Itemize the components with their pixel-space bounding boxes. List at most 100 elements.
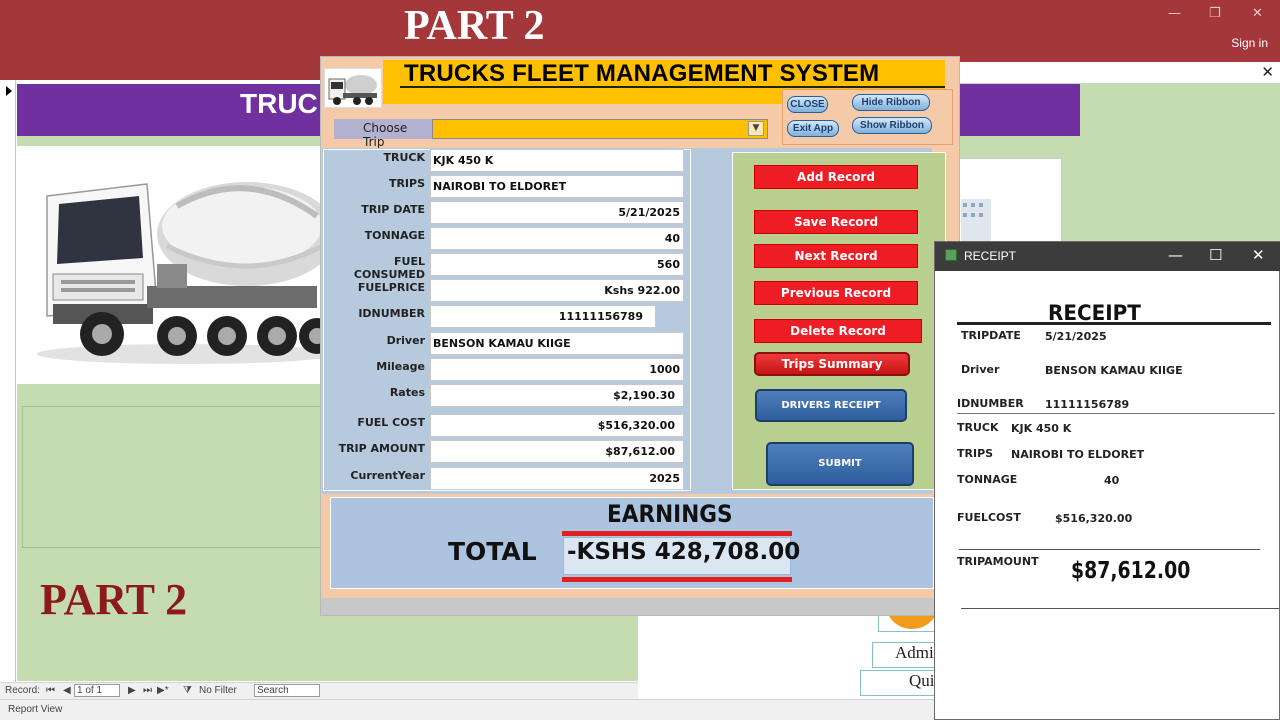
receipt-divider: [957, 413, 1275, 414]
quit-button[interactable]: Qui: [860, 670, 938, 696]
current-year-label: CurrentYear: [350, 469, 425, 482]
next-record-button[interactable]: Next Record: [754, 244, 918, 268]
truck-mixer-image: [328, 75, 377, 105]
record-position-input[interactable]: 1 of 1: [74, 684, 120, 697]
current-year-field[interactable]: 2025: [430, 467, 684, 490]
receipt-maximize-icon[interactable]: ☐: [1209, 246, 1222, 264]
mileage-field[interactable]: 1000: [430, 358, 684, 381]
background-image-box: [958, 158, 1062, 244]
receipt-app-icon: [945, 249, 957, 261]
fuelprice-label: FUELPRICE: [357, 281, 425, 294]
receipt-fuelcost-value: $516,320.00: [1055, 512, 1133, 525]
truck-field[interactable]: KJK 450 K: [430, 149, 684, 172]
tonnage-field[interactable]: 40: [430, 227, 684, 250]
next-record-icon[interactable]: ▶: [128, 685, 136, 696]
background-part-label: PART 2: [40, 575, 188, 624]
restore-icon[interactable]: ❐: [1209, 6, 1221, 21]
trip-date-field[interactable]: 5/21/2025: [430, 201, 684, 224]
driver-label: Driver: [386, 334, 425, 347]
earnings-line-top: [562, 531, 792, 536]
earnings-line-bottom: [562, 577, 792, 582]
receipt-tripdate-value: 5/21/2025: [1045, 330, 1107, 343]
minimize-icon[interactable]: —: [1168, 6, 1181, 21]
receipt-tonnage-value: 40: [1104, 474, 1120, 487]
search-input[interactable]: Search: [254, 684, 320, 697]
receipt-driver-label: Driver: [961, 363, 1000, 376]
fuel-consumed-field[interactable]: 560: [430, 253, 684, 276]
filter-icon[interactable]: ⧩: [183, 685, 192, 696]
form-footer: [321, 598, 959, 615]
title-underline: [400, 86, 945, 88]
close-button[interactable]: CLOSE: [787, 96, 828, 113]
receipt-idnumber-label: IDNUMBER: [957, 397, 1024, 410]
tonnage-label: TONNAGE: [364, 229, 425, 242]
add-record-button[interactable]: Add Record: [754, 165, 918, 189]
last-record-icon[interactable]: ⏭: [143, 685, 152, 696]
receipt-trips-label: TRIPS: [957, 447, 994, 460]
banner-text: PART 2: [404, 3, 545, 49]
drivers-receipt-button[interactable]: DRIVERS RECEIPT: [755, 389, 907, 422]
admin-button[interactable]: Admi: [872, 642, 938, 668]
receipt-trips-value: NAIROBI TO ELDORET: [1011, 448, 1145, 461]
close-icon[interactable]: ✕: [1252, 6, 1263, 21]
previous-record-button[interactable]: Previous Record: [754, 281, 918, 305]
earnings-heading: EARNINGS: [607, 500, 733, 528]
fuelprice-field[interactable]: Kshs 922.00: [430, 279, 684, 302]
sign-in-link[interactable]: Sign in: [1231, 36, 1268, 50]
trips-field[interactable]: NAIROBI TO ELDORET: [430, 175, 684, 198]
receipt-close-icon[interactable]: ✕: [1252, 246, 1265, 264]
hide-ribbon-button[interactable]: Hide Ribbon: [852, 94, 930, 111]
driver-field[interactable]: BENSON KAMAU KIIGE: [430, 332, 684, 355]
receipt-window-title: RECEIPT: [964, 249, 1017, 263]
receipt-truck-label: TRUCK: [957, 421, 999, 434]
truck-mixer-image: [37, 182, 337, 364]
trip-date-label: TRIP DATE: [361, 203, 425, 216]
trips-label: TRIPS: [388, 177, 425, 190]
submit-button[interactable]: SUBMIT: [766, 442, 914, 486]
building-image: [961, 199, 991, 243]
record-selector-strip: [0, 80, 16, 682]
fuel-consumed-label: FUEL CONSUMED: [353, 255, 425, 281]
document-close-icon[interactable]: ✕: [1261, 63, 1274, 81]
form-title: TRUCKS FLEET MANAGEMENT SYSTEM: [404, 60, 880, 87]
receipt-tripamount-value: $87,612.00: [1071, 558, 1191, 584]
dropdown-caret-icon[interactable]: ▼: [748, 121, 764, 136]
total-earnings-value: -KSHS 428,708.00: [567, 539, 801, 565]
document-tab-bar: [960, 62, 1280, 84]
receipt-tripdate-label: TRIPDATE: [961, 329, 1021, 342]
background-title: TRUC: [240, 88, 318, 119]
save-record-button[interactable]: Save Record: [754, 210, 918, 234]
receipt-driver-value: BENSON KAMAU KIIGE: [1045, 364, 1183, 377]
delete-record-button[interactable]: Delete Record: [754, 319, 922, 343]
previous-record-icon[interactable]: ◀: [63, 685, 71, 696]
fuel-cost-field[interactable]: $516,320.00: [430, 414, 684, 437]
truck-label: TRUCK: [383, 151, 425, 164]
receipt-divider: [959, 549, 1260, 550]
filter-status[interactable]: No Filter: [199, 685, 237, 696]
record-navigation-bar: Record: ⏮ ◀ 1 of 1 ▶ ⏭ ▶* ⧩ No Filter Se…: [0, 682, 638, 699]
receipt-idnumber-value: 11111156789: [1045, 398, 1130, 411]
record-label: Record:: [5, 685, 41, 696]
receipt-fuelcost-label: FUELCOST: [957, 511, 1021, 524]
total-label: TOTAL: [448, 537, 537, 566]
choose-trip-combobox[interactable]: [432, 119, 768, 139]
exit-app-button[interactable]: Exit App: [787, 120, 839, 137]
fuel-cost-label: FUEL COST: [357, 416, 425, 429]
background-subform: [22, 406, 322, 548]
truck-logo-icon: [324, 68, 382, 108]
first-record-icon[interactable]: ⏮: [46, 685, 55, 696]
receipt-heading-rule: [957, 322, 1271, 325]
receipt-tonnage-label: TONNAGE: [957, 473, 1018, 486]
trip-amount-label: TRIP AMOUNT: [338, 442, 425, 455]
new-record-icon[interactable]: ▶*: [157, 685, 169, 696]
trips-summary-button[interactable]: Trips Summary: [754, 352, 910, 376]
current-record-icon: [6, 86, 12, 96]
receipt-tripamount-label: TRIPAMOUNT: [957, 555, 1039, 568]
receipt-truck-value: KJK 450 K: [1011, 422, 1072, 435]
show-ribbon-button[interactable]: Show Ribbon: [852, 117, 932, 134]
idnumber-field[interactable]: 11111156789: [430, 305, 656, 328]
trip-amount-field[interactable]: $87,612.00: [430, 440, 684, 463]
status-bar: Report View: [0, 699, 938, 720]
receipt-minimize-icon[interactable]: —: [1168, 246, 1183, 264]
rates-field[interactable]: $2,190.30: [430, 384, 684, 407]
